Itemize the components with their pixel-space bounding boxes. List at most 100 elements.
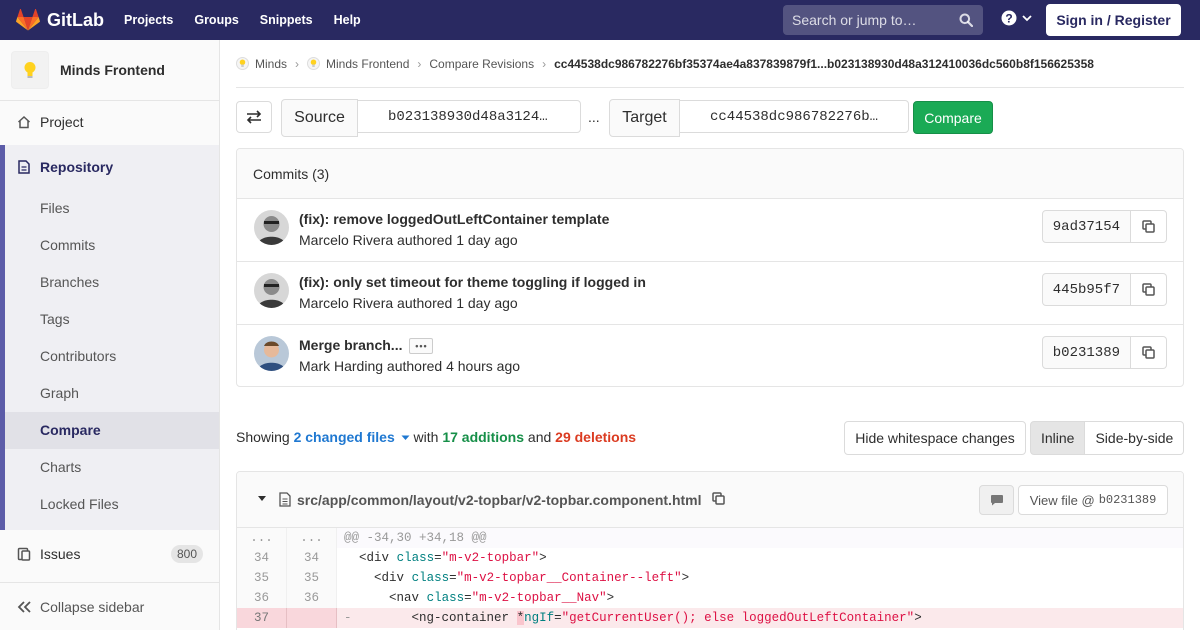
- file-header: src/app/common/layout/v2-topbar/v2-topba…: [237, 472, 1183, 528]
- breadcrumb-item-compare-revisions[interactable]: Compare Revisions: [429, 57, 534, 71]
- nav-help[interactable]: Help: [334, 13, 361, 27]
- commit-title[interactable]: (fix): remove loggedOutLeftContainer tem…: [299, 211, 609, 227]
- repository-subitems: Files Commits Branches Tags Contributors…: [5, 190, 219, 523]
- expand-commit-message-button[interactable]: •••: [409, 338, 434, 355]
- hunk-header-text: @@ -34,30 +34,18 @@: [337, 528, 1183, 548]
- list-item: (fix): remove loggedOutLeftContainer tem…: [237, 199, 1183, 262]
- nav-projects[interactable]: Projects: [124, 13, 173, 27]
- changed-files-dropdown[interactable]: 2 changed files: [294, 429, 414, 445]
- breadcrumb-item-minds-frontend[interactable]: Minds Frontend: [307, 57, 409, 71]
- compare-button[interactable]: Compare: [913, 101, 993, 134]
- old-line-number[interactable]: 35: [237, 568, 287, 588]
- project-name: Minds Frontend: [60, 62, 165, 78]
- new-line-number[interactable]: 35: [287, 568, 337, 588]
- breadcrumb-current[interactable]: cc44538dc986782276bf35374ae4a837839879f1…: [554, 57, 1094, 71]
- view-file-label: View file @: [1029, 492, 1095, 508]
- nav-groups[interactable]: Groups: [194, 13, 238, 27]
- commit-sha-group: b0231389: [1041, 336, 1167, 369]
- view-file-sha: b0231389: [1098, 493, 1157, 507]
- target-revision-dropdown[interactable]: cc44538dc986782276b…: [679, 100, 909, 133]
- code-value: "m-v2-topbar__Nav": [471, 591, 607, 605]
- sidebar-subitem-tags[interactable]: Tags: [5, 301, 219, 338]
- side-by-side-view-button[interactable]: Side-by-side: [1085, 421, 1185, 455]
- chevron-down-icon: [1022, 15, 1032, 22]
- new-line-number[interactable]: 34: [287, 548, 337, 568]
- sidebar-item-issues[interactable]: Issues 800: [0, 533, 219, 574]
- code-value: "m-v2-topbar__Container--left": [456, 571, 682, 585]
- project-avatar: [11, 51, 49, 89]
- code-attr: ngIf: [524, 611, 555, 625]
- chevron-right-icon: ›: [295, 56, 300, 71]
- toggle-comments-button[interactable]: [979, 485, 1014, 515]
- sidebar-subitem-files[interactable]: Files: [5, 190, 219, 227]
- collapse-sidebar-button[interactable]: Collapse sidebar: [0, 582, 219, 630]
- inline-view-button[interactable]: Inline: [1030, 421, 1086, 455]
- view-file-button[interactable]: View file @ b0231389: [1018, 485, 1168, 515]
- changed-files-label: 2 changed files: [293, 429, 395, 445]
- old-line-number[interactable]: ...: [237, 528, 287, 548]
- sidebar-subitem-graph[interactable]: Graph: [5, 375, 219, 412]
- sidebar-item-repository[interactable]: Repository: [0, 145, 219, 189]
- commit-sha[interactable]: 445b95f7: [1041, 273, 1131, 306]
- avatar[interactable]: [254, 336, 289, 371]
- copy-icon[interactable]: [712, 492, 725, 505]
- new-line-number[interactable]: ...: [287, 528, 337, 548]
- commit-title-text[interactable]: Merge branch...: [299, 337, 402, 353]
- copy-sha-button[interactable]: [1131, 210, 1167, 243]
- commit-title: Merge branch... •••: [299, 337, 434, 355]
- caret-down-icon[interactable]: [257, 495, 267, 502]
- code-attr: class: [426, 591, 465, 605]
- source-label: Source: [281, 99, 358, 137]
- line-content: <nav class="m-v2-topbar__Nav">: [337, 588, 1183, 608]
- commit-author[interactable]: Marcelo Rivera: [299, 232, 393, 248]
- additions-count: 17 additions: [442, 429, 525, 445]
- caret-down-icon: [401, 435, 410, 441]
- lightbulb-icon: [307, 57, 321, 70]
- avatar[interactable]: [254, 273, 289, 308]
- new-line-number[interactable]: 36: [287, 588, 337, 608]
- old-line-number[interactable]: 37: [237, 608, 287, 628]
- commit-sha-group: 9ad37154: [1041, 210, 1167, 243]
- source-revision-dropdown[interactable]: b023138930d48a3124…: [357, 100, 581, 133]
- commit-author[interactable]: Mark Harding: [299, 358, 383, 374]
- help-dropdown[interactable]: ?: [1001, 10, 1033, 26]
- sidebar-project-header[interactable]: Minds Frontend: [0, 40, 219, 101]
- old-line-number[interactable]: 36: [237, 588, 287, 608]
- target-label: Target: [609, 99, 680, 137]
- sidebar-item-label: Issues: [40, 545, 81, 562]
- with-label: with: [413, 429, 439, 445]
- sidebar-subitem-contributors[interactable]: Contributors: [5, 338, 219, 375]
- breadcrumb-item-minds[interactable]: Minds: [236, 57, 287, 71]
- sidebar-subitem-charts[interactable]: Charts: [5, 449, 219, 486]
- breadcrumb-label: Minds: [255, 56, 288, 71]
- sidebar-item-project[interactable]: Project: [0, 101, 219, 142]
- commit-sha[interactable]: b0231389: [1041, 336, 1131, 369]
- avatar[interactable]: [254, 210, 289, 245]
- file-path[interactable]: src/app/common/layout/v2-topbar/v2-topba…: [297, 492, 702, 508]
- sidebar-subitem-branches[interactable]: Branches: [5, 264, 219, 301]
- sidebar-subitem-locked-files[interactable]: Locked Files: [5, 486, 219, 523]
- commit-title[interactable]: (fix): only set timeout for theme toggli…: [299, 274, 646, 290]
- copy-sha-button[interactable]: [1131, 273, 1167, 306]
- copy-sha-button[interactable]: [1131, 336, 1167, 369]
- commit-author[interactable]: Marcelo Rivera: [299, 295, 393, 311]
- breadcrumb-label: Minds Frontend: [326, 56, 410, 71]
- old-line-number[interactable]: 34: [237, 548, 287, 568]
- commit-sha[interactable]: 9ad37154: [1041, 210, 1131, 243]
- code-tag: ng-container: [419, 611, 510, 625]
- code-tag: nav: [396, 591, 420, 605]
- hide-whitespace-button[interactable]: Hide whitespace changes: [844, 421, 1026, 455]
- new-line-number[interactable]: [287, 608, 337, 628]
- gitlab-logo[interactable]: GitLab: [16, 0, 104, 40]
- swap-revisions-button[interactable]: [236, 101, 272, 133]
- sidebar-subitem-commits[interactable]: Commits: [5, 227, 219, 264]
- search-input[interactable]: Search or jump to…: [783, 5, 983, 35]
- nav-snippets[interactable]: Snippets: [260, 13, 313, 27]
- signin-button[interactable]: Sign in / Register: [1046, 4, 1181, 36]
- commit-time: authored 4 hours ago: [386, 358, 521, 374]
- sidebar-subitem-compare[interactable]: Compare: [5, 412, 219, 449]
- commit-sha-group: 445b95f7: [1041, 273, 1167, 306]
- code-value: "getCurrentUser(); else loggedOutLeftCon…: [561, 611, 915, 625]
- collapse-sidebar-label: Collapse sidebar: [40, 598, 145, 615]
